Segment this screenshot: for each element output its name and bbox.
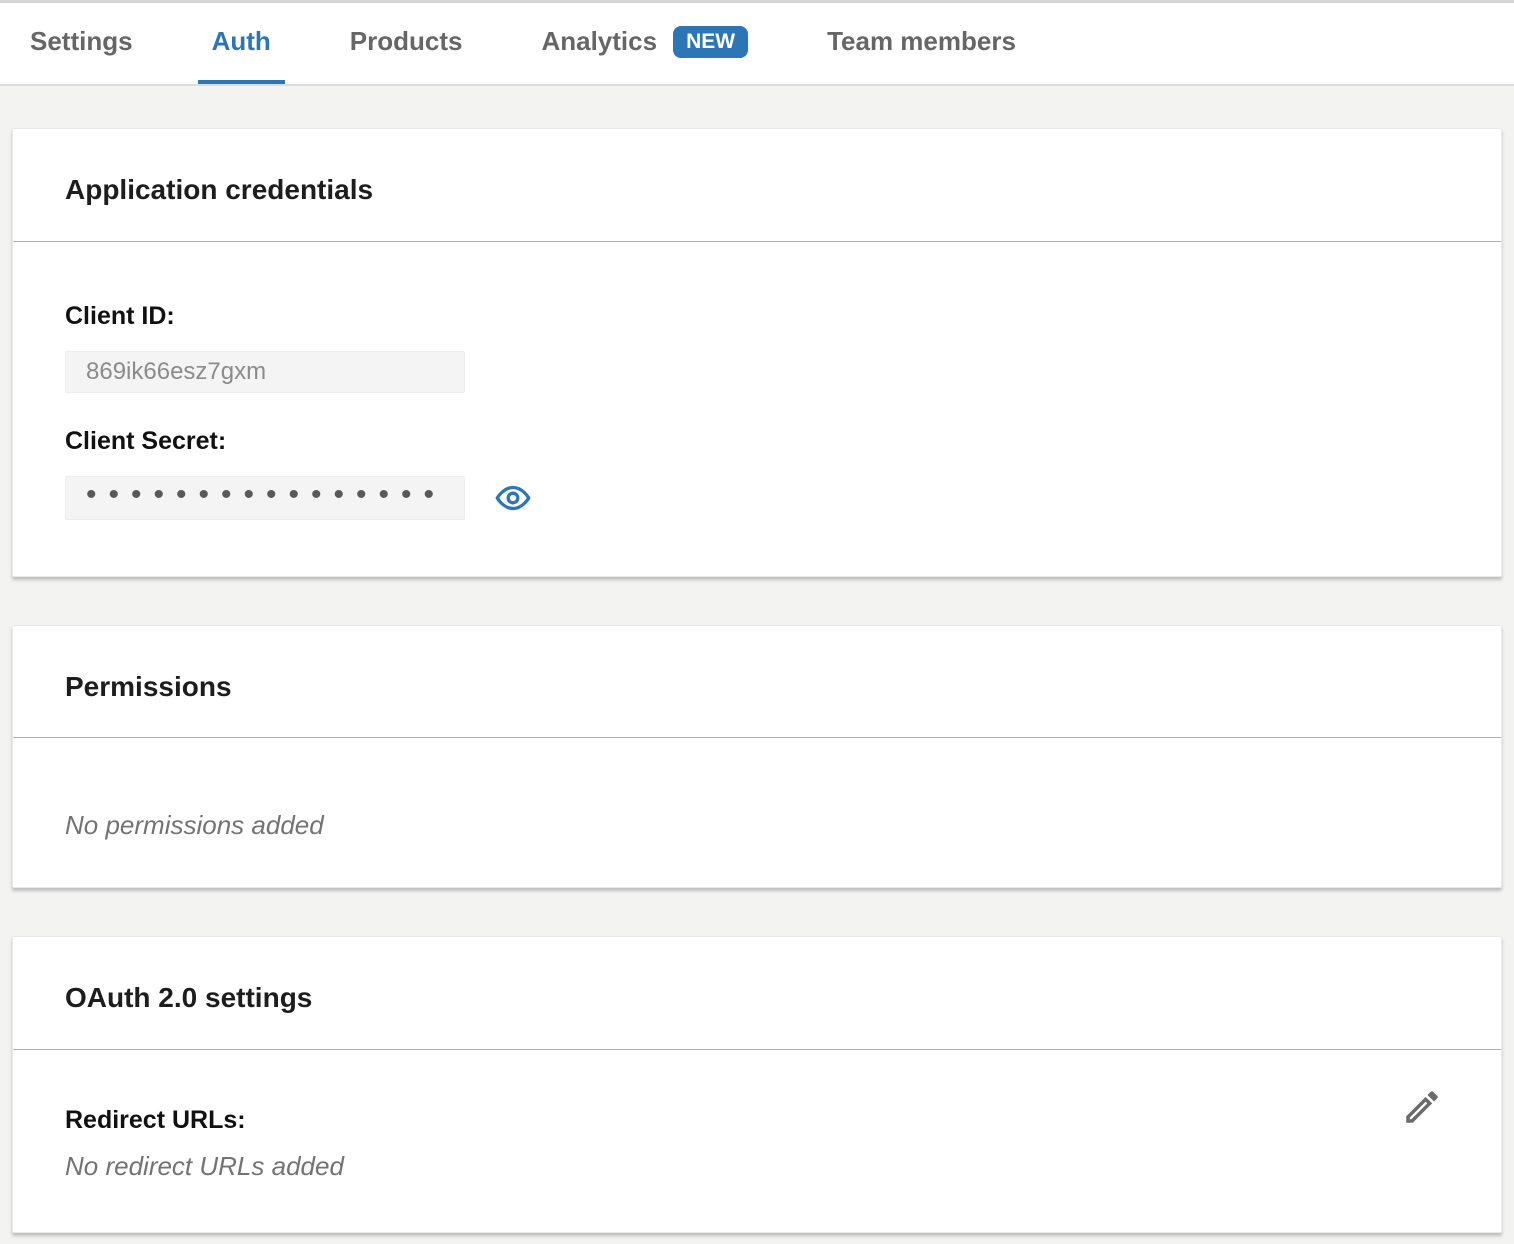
application-credentials-header: Application credentials bbox=[13, 129, 1501, 242]
tab-team-members-label: Team members bbox=[827, 26, 1016, 57]
pencil-icon bbox=[1401, 1086, 1443, 1128]
application-credentials-title: Application credentials bbox=[65, 173, 1449, 207]
main-content: Application credentials Client ID: 869ik… bbox=[0, 86, 1514, 1233]
tab-auth[interactable]: Auth bbox=[198, 3, 285, 84]
client-id-value: 869ik66esz7gxm bbox=[86, 358, 266, 386]
tab-auth-label: Auth bbox=[212, 26, 271, 57]
oauth-settings-header: OAuth 2.0 settings bbox=[13, 937, 1501, 1050]
tab-products-label: Products bbox=[350, 26, 463, 57]
permissions-body: No permissions added bbox=[13, 738, 1501, 887]
spacer bbox=[65, 393, 1449, 427]
permissions-empty-text: No permissions added bbox=[65, 810, 1449, 841]
oauth-settings-body: Redirect URLs: No redirect URLs added bbox=[13, 1050, 1501, 1232]
application-credentials-card: Application credentials Client ID: 869ik… bbox=[12, 128, 1502, 577]
permissions-title: Permissions bbox=[65, 670, 1449, 704]
auth-settings-page: Settings Auth Products Analytics NEW Tea… bbox=[0, 3, 1514, 1233]
client-secret-row: •••••••••••••••• bbox=[65, 476, 1449, 520]
client-secret-masked-value: •••••••••••••••• bbox=[86, 480, 446, 510]
oauth-settings-title: OAuth 2.0 settings bbox=[65, 981, 1449, 1015]
permissions-card: Permissions No permissions added bbox=[12, 625, 1502, 889]
permissions-header: Permissions bbox=[13, 626, 1501, 739]
client-id-field[interactable]: 869ik66esz7gxm bbox=[65, 351, 465, 393]
new-badge: NEW bbox=[673, 26, 748, 58]
tab-team-members[interactable]: Team members bbox=[813, 3, 1030, 84]
redirect-urls-empty-text: No redirect URLs added bbox=[65, 1151, 1449, 1182]
redirect-urls-label: Redirect URLs: bbox=[65, 1106, 1449, 1135]
eye-icon bbox=[495, 480, 531, 516]
oauth-settings-card: OAuth 2.0 settings Redirect URLs: No red… bbox=[12, 936, 1502, 1233]
client-secret-field[interactable]: •••••••••••••••• bbox=[65, 476, 465, 520]
application-credentials-body: Client ID: 869ik66esz7gxm Client Secret:… bbox=[13, 242, 1501, 576]
tab-analytics-label: Analytics bbox=[541, 26, 657, 57]
tab-analytics[interactable]: Analytics NEW bbox=[527, 3, 762, 84]
tab-settings-label: Settings bbox=[30, 26, 133, 57]
reveal-secret-button[interactable] bbox=[495, 480, 531, 516]
edit-redirect-urls-button[interactable] bbox=[1401, 1086, 1443, 1128]
client-secret-label: Client Secret: bbox=[65, 427, 1449, 456]
tab-products[interactable]: Products bbox=[336, 3, 477, 84]
tab-settings[interactable]: Settings bbox=[16, 3, 147, 84]
tab-bar: Settings Auth Products Analytics NEW Tea… bbox=[0, 3, 1514, 86]
client-id-label: Client ID: bbox=[65, 302, 1449, 331]
